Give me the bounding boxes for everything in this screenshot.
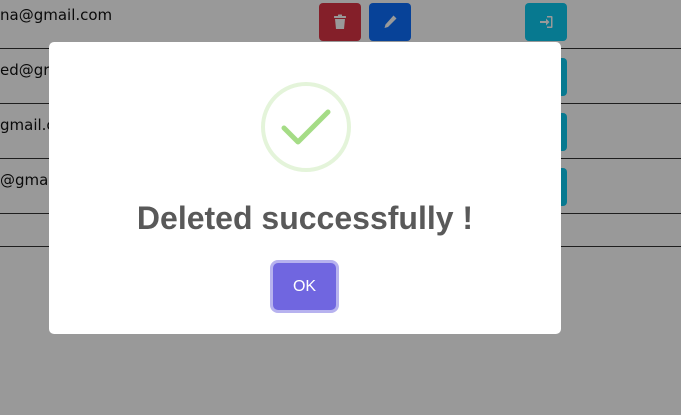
dialog-title: Deleted successfully ! [136,200,474,236]
ok-button[interactable]: OK [273,263,336,310]
checkmark-icon [261,82,351,172]
success-dialog: Deleted successfully ! OK [49,42,561,334]
